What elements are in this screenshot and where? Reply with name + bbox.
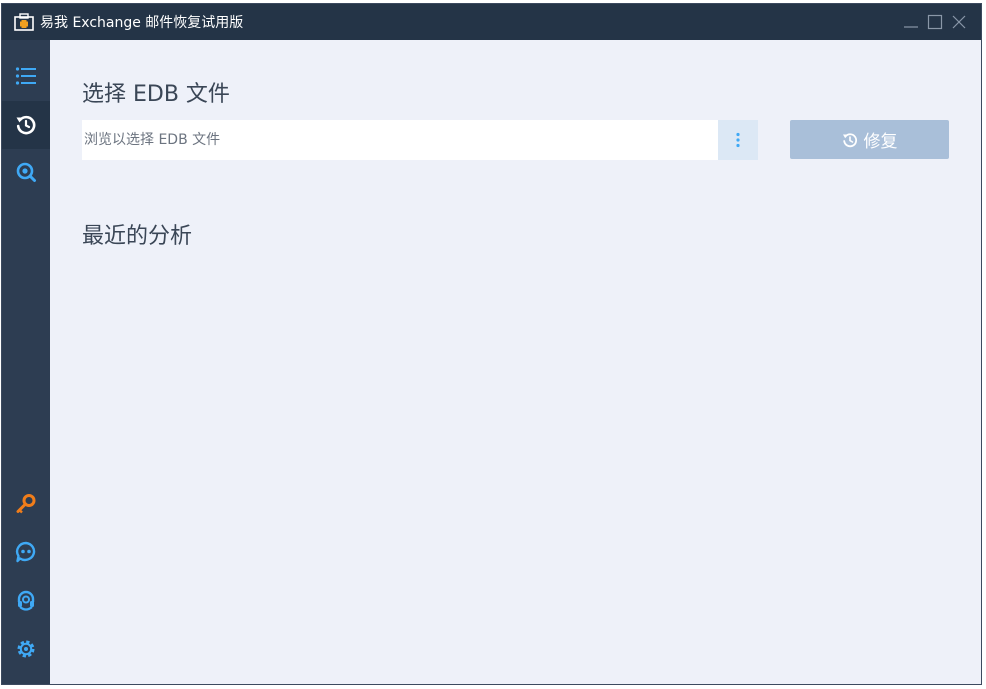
browse-button[interactable] [718,120,758,160]
app-window: 易我 Exchange 邮件恢复试用版 选择 EDB 文件 浏览以选择 EDB … [1,3,982,685]
maximize-button[interactable] [923,10,947,34]
more-vertical-icon [736,132,740,148]
title-bar: 易我 Exchange 邮件恢复试用版 [2,4,981,40]
edb-path-input[interactable] [82,121,716,159]
chat-icon [15,541,36,563]
recent-analysis-title: 最近的分析 [82,224,193,249]
repair-button[interactable]: 修复 [790,120,949,159]
window-controls [899,4,971,40]
app-logo-icon [14,13,34,31]
settings-icon [17,640,35,658]
sidebar-item-menu[interactable] [2,52,50,100]
close-button[interactable] [947,10,971,34]
restore-icon [16,115,36,135]
sidebar-item-restore[interactable] [2,101,50,149]
select-edb-title: 选择 EDB 文件 [82,82,230,107]
minimize-button[interactable] [899,10,923,34]
window-title: 易我 Exchange 邮件恢复试用版 [40,15,244,31]
sidebar-item-settings[interactable] [2,625,50,673]
history-icon [842,132,857,147]
minimize-icon [904,26,918,28]
support-icon [17,590,35,611]
key-icon [16,494,36,514]
sidebar-item-feedback[interactable] [2,528,50,576]
main-panel: 选择 EDB 文件 修复 最近的分析 [50,40,981,684]
sidebar-item-search[interactable] [2,148,50,196]
sidebar [2,40,50,684]
sidebar-item-support[interactable] [2,577,50,625]
list-icon [15,67,36,85]
close-icon [952,15,966,29]
edb-file-picker [82,120,758,160]
sidebar-item-activate[interactable] [2,480,50,528]
search-icon [16,162,36,182]
repair-button-label: 修复 [863,132,898,152]
maximize-icon [927,14,943,30]
